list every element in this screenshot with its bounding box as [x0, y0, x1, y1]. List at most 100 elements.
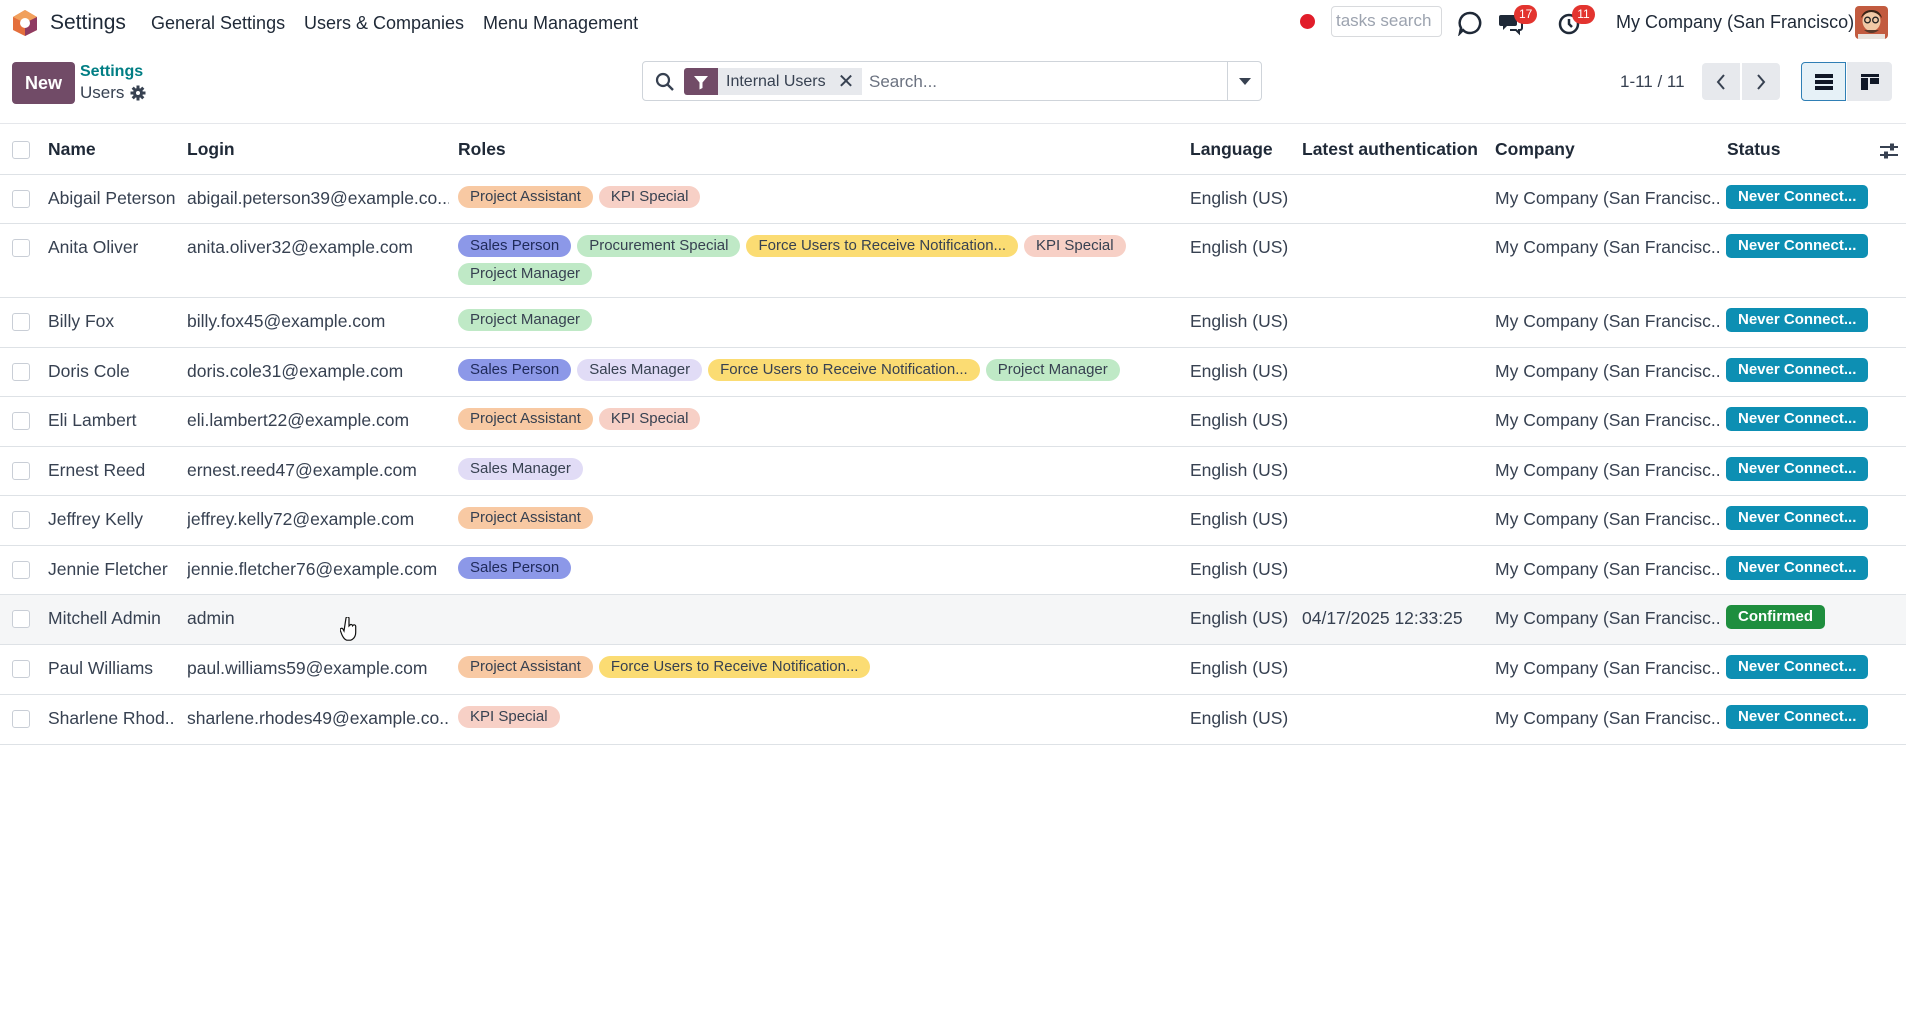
search-facet[interactable]: Internal Users ✕	[684, 68, 863, 95]
pager-value[interactable]: 1-11 / 11	[1620, 72, 1685, 92]
column-login[interactable]: Login	[187, 139, 235, 160]
user-roles-cell: Project Assistant Force Users to Receive …	[458, 656, 1128, 678]
column-latest-authentication[interactable]: Latest authentication	[1302, 139, 1478, 160]
user-company-cell: My Company (San Francisc...	[1495, 608, 1720, 628]
table-row[interactable]: Paul Williams paul.williams59@example.com…	[0, 645, 1906, 695]
status-badge: Never Connect...	[1726, 234, 1869, 258]
column-company[interactable]: Company	[1495, 139, 1575, 160]
table-row[interactable]: Abigail Peterson abigail.peterson39@examp…	[0, 175, 1906, 224]
row-checkbox[interactable]	[12, 239, 30, 257]
role-tag: KPI Special	[598, 408, 701, 430]
row-checkbox[interactable]	[12, 462, 30, 480]
role-tag: Sales Manager	[577, 359, 703, 381]
role-tag: Project Manager	[458, 309, 593, 331]
kanban-view-button[interactable]	[1847, 62, 1892, 101]
row-checkbox[interactable]	[12, 190, 30, 208]
menu-users-companies[interactable]: Users & Companies	[304, 13, 464, 34]
user-language-cell: English (US)	[1190, 188, 1289, 208]
row-checkbox[interactable]	[12, 660, 30, 678]
user-language-cell: English (US)	[1190, 559, 1289, 579]
user-company-cell: My Company (San Francisc...	[1495, 509, 1720, 529]
role-tag: Force Users to Receive Notification...	[746, 235, 1019, 257]
select-all-checkbox[interactable]	[12, 141, 30, 159]
user-login-cell: eli.lambert22@example.com	[187, 410, 410, 430]
odoo-apps-icon[interactable]	[12, 9, 38, 37]
user-roles-cell: Sales Person Procurement Special Force Use…	[458, 235, 1128, 285]
table-row[interactable]: Jennie Fletcher jennie.fletcher76@example…	[0, 546, 1906, 595]
search-input[interactable]	[869, 69, 1209, 95]
table-row[interactable]: Sharlene Rhod... sharlene.rhodes49@exampl…	[0, 695, 1906, 745]
pager-next-button[interactable]	[1742, 63, 1780, 100]
user-language-cell: English (US)	[1190, 311, 1289, 331]
status-badge: Confirmed	[1726, 605, 1825, 629]
app-title[interactable]: Settings	[50, 11, 126, 35]
facet-label: Internal Users	[718, 68, 834, 95]
menu-general-settings[interactable]: General Settings	[151, 13, 285, 34]
table-row[interactable]: Mitchell Admin admin English (US) 04/17/202…	[0, 595, 1906, 645]
table-row[interactable]: Eli Lambert eli.lambert22@example.com Engl…	[0, 397, 1906, 447]
search-bar[interactable]: Internal Users ✕	[642, 61, 1262, 101]
row-checkbox[interactable]	[12, 561, 30, 579]
chevron-left-icon	[1716, 73, 1725, 90]
user-language-cell: English (US)	[1190, 410, 1289, 430]
optional-columns-icon[interactable]	[1879, 141, 1899, 161]
row-checkbox[interactable]	[12, 412, 30, 430]
user-avatar[interactable]	[1855, 6, 1888, 39]
row-checkbox[interactable]	[12, 363, 30, 381]
user-company-cell: My Company (San Francisc...	[1495, 658, 1720, 678]
user-roles-cell: Sales Person Sales Manager Force Users to …	[458, 359, 1128, 381]
status-badge: Never Connect...	[1726, 457, 1869, 481]
user-name-cell: Billy Fox	[48, 311, 115, 331]
search-icon[interactable]	[655, 72, 675, 92]
role-tag: Sales Person	[458, 359, 572, 381]
user-roles-cell: Sales Person	[458, 557, 1128, 579]
user-roles-cell: Project Assistant KPI Special	[458, 408, 1128, 430]
tasks-search-input[interactable]: tasks search	[1331, 6, 1442, 37]
user-name-cell: Doris Cole	[48, 361, 130, 381]
user-company-cell: My Company (San Francisc...	[1495, 460, 1720, 480]
table-row[interactable]: Anita Oliver anita.oliver32@example.com En…	[0, 224, 1906, 298]
user-name-cell: Jennie Fletcher	[48, 559, 168, 579]
role-tag: Project Manager	[458, 263, 593, 285]
column-roles[interactable]: Roles	[458, 139, 506, 160]
role-tag: Force Users to Receive Notification...	[598, 656, 871, 678]
status-badge: Never Connect...	[1726, 705, 1869, 729]
breadcrumb-settings[interactable]: Settings	[80, 63, 143, 81]
user-roles-cell: KPI Special	[458, 706, 1128, 728]
row-checkbox[interactable]	[12, 610, 30, 628]
user-login-cell: jennie.fletcher76@example.com	[187, 559, 438, 579]
chat-bubble-icon[interactable]	[1457, 10, 1483, 36]
user-language-cell: English (US)	[1190, 509, 1289, 529]
chevron-right-icon	[1757, 73, 1766, 90]
table-row[interactable]: Ernest Reed ernest.reed47@example.com Engl…	[0, 447, 1906, 496]
status-badge: Never Connect...	[1726, 506, 1869, 530]
row-checkbox[interactable]	[12, 511, 30, 529]
table-row[interactable]: Jeffrey Kelly jeffrey.kelly72@example.com…	[0, 496, 1906, 546]
user-login-cell: sharlene.rhodes49@example.co...	[187, 708, 449, 728]
table-row[interactable]: Billy Fox billy.fox45@example.com English …	[0, 298, 1906, 348]
user-company-cell: My Company (San Francisc...	[1495, 559, 1720, 579]
table-row[interactable]: Doris Cole doris.cole31@example.com Englis…	[0, 348, 1906, 397]
user-company-cell: My Company (San Francisc...	[1495, 237, 1720, 257]
pager-previous-button[interactable]	[1702, 63, 1740, 100]
status-badge: Never Connect...	[1726, 407, 1869, 431]
facet-remove-icon[interactable]: ✕	[833, 68, 863, 95]
row-checkbox[interactable]	[12, 313, 30, 331]
column-language[interactable]: Language	[1190, 139, 1273, 160]
filter-icon	[684, 68, 718, 95]
user-company-cell: My Company (San Francisc...	[1495, 708, 1720, 728]
hand-cursor-icon	[340, 617, 357, 641]
new-button[interactable]: New	[12, 62, 75, 104]
user-company-cell: My Company (San Francisc...	[1495, 311, 1720, 331]
row-checkbox[interactable]	[12, 710, 30, 728]
column-status[interactable]: Status	[1727, 139, 1780, 160]
column-name[interactable]: Name	[48, 139, 96, 160]
gear-icon[interactable]	[130, 85, 146, 101]
company-switcher[interactable]: My Company (San Francisco)	[1616, 12, 1854, 33]
user-login-cell: billy.fox45@example.com	[187, 311, 386, 331]
user-language-cell: English (US)	[1190, 658, 1289, 678]
page-title: Users	[80, 83, 125, 102]
search-options-toggle[interactable]	[1227, 62, 1262, 100]
list-view-button[interactable]	[1801, 62, 1846, 101]
menu-menu-management[interactable]: Menu Management	[483, 13, 638, 34]
